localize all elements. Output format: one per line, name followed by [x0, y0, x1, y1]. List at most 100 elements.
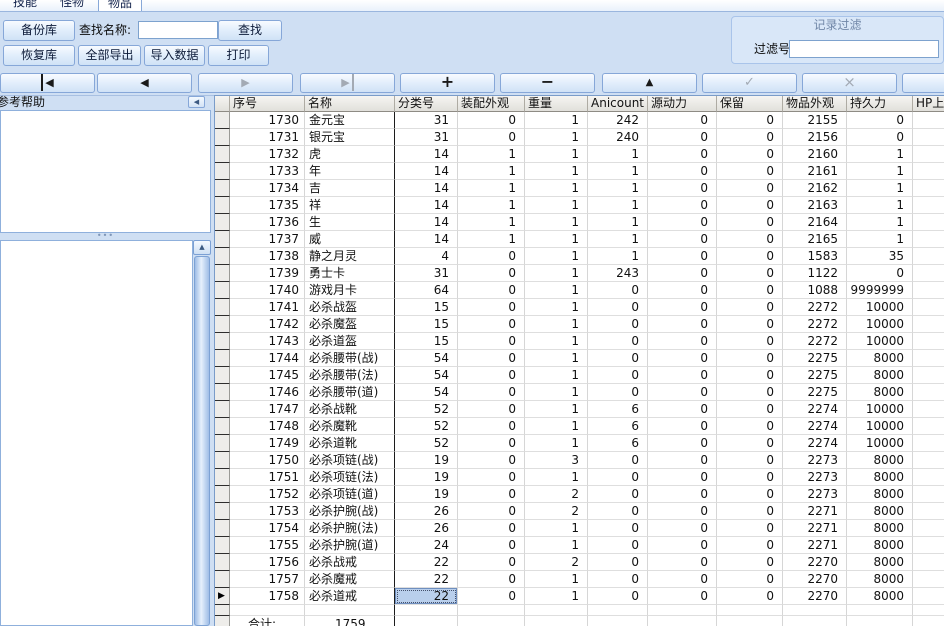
cell-hp_max[interactable]: [913, 520, 944, 537]
cell-anicount[interactable]: 6: [588, 401, 648, 418]
cell-name[interactable]: 虎: [305, 146, 395, 163]
cell-category[interactable]: 26: [395, 503, 458, 520]
cell-equip_look[interactable]: 0: [458, 299, 525, 316]
cell-name[interactable]: 必杀项链(道): [305, 486, 395, 503]
cell-category[interactable]: 14: [395, 180, 458, 197]
cell-anicount[interactable]: 0: [588, 384, 648, 401]
cell-weight[interactable]: 1: [525, 163, 588, 180]
cell-category[interactable]: 19: [395, 452, 458, 469]
cell-item_look[interactable]: 2274: [783, 418, 847, 435]
row-indicator[interactable]: [215, 554, 230, 571]
cell-category[interactable]: 54: [395, 367, 458, 384]
cell-name[interactable]: 祥: [305, 197, 395, 214]
cell-anicount[interactable]: 1: [588, 146, 648, 163]
row-indicator[interactable]: [215, 112, 230, 129]
cell-equip_look[interactable]: 0: [458, 469, 525, 486]
cell-reserved[interactable]: 0: [717, 401, 783, 418]
cell-category[interactable]: 31: [395, 129, 458, 146]
cell-anicount[interactable]: 1: [588, 197, 648, 214]
cell-reserved[interactable]: 0: [717, 299, 783, 316]
cell-reserved[interactable]: 0: [717, 265, 783, 282]
cell-seq[interactable]: 1754: [230, 520, 305, 537]
cell-hp_max[interactable]: [913, 180, 944, 197]
cell-item_look[interactable]: 2274: [783, 435, 847, 452]
cell-name[interactable]: 必杀腰带(道): [305, 384, 395, 401]
cell-anicount[interactable]: 6: [588, 418, 648, 435]
row-indicator[interactable]: [215, 316, 230, 333]
row-indicator[interactable]: [215, 197, 230, 214]
col-header-durability[interactable]: 持久力: [847, 96, 913, 112]
cell-reserved[interactable]: 0: [717, 571, 783, 588]
nav-prior-button[interactable]: ◀: [97, 73, 192, 93]
cell-seq[interactable]: 1738: [230, 248, 305, 265]
cell-item_look[interactable]: 1583: [783, 248, 847, 265]
cell-equip_look[interactable]: 0: [458, 452, 525, 469]
cell-hp_max[interactable]: [913, 350, 944, 367]
col-header-item_look[interactable]: 物品外观: [783, 96, 847, 112]
nav-last-button[interactable]: ▶: [300, 73, 395, 93]
cell-equip_look[interactable]: 0: [458, 435, 525, 452]
cell-hp_max[interactable]: [913, 384, 944, 401]
cell-hp_max[interactable]: [913, 265, 944, 282]
row-indicator[interactable]: ▶: [215, 588, 230, 605]
cell-weight[interactable]: 1: [525, 435, 588, 452]
cell-name[interactable]: 年: [305, 163, 395, 180]
cell-category[interactable]: 19: [395, 469, 458, 486]
cell-power[interactable]: 0: [648, 554, 717, 571]
cell-category[interactable]: 52: [395, 418, 458, 435]
cell-durability[interactable]: 8000: [847, 554, 913, 571]
cell-name[interactable]: 必杀护腕(道): [305, 537, 395, 554]
cell-hp_max[interactable]: [913, 112, 944, 129]
cell-seq[interactable]: 1735: [230, 197, 305, 214]
row-indicator[interactable]: [215, 282, 230, 299]
cell-reserved[interactable]: 0: [717, 452, 783, 469]
vertical-scrollbar[interactable]: ▲: [193, 240, 211, 626]
cell-power[interactable]: 0: [648, 435, 717, 452]
cell-item_look[interactable]: 2155: [783, 112, 847, 129]
col-header-category[interactable]: 分类号: [395, 96, 458, 112]
scrollbar-thumb[interactable]: [194, 256, 210, 626]
cell-reserved[interactable]: 0: [717, 180, 783, 197]
cell-equip_look[interactable]: 0: [458, 554, 525, 571]
cell-weight[interactable]: 1: [525, 248, 588, 265]
cell-equip_look[interactable]: 0: [458, 486, 525, 503]
cell-item_look[interactable]: 2162: [783, 180, 847, 197]
cell-equip_look[interactable]: 0: [458, 248, 525, 265]
cell-seq[interactable]: 1734: [230, 180, 305, 197]
cell-seq[interactable]: 1744: [230, 350, 305, 367]
nav-post-button[interactable]: ✓: [702, 73, 797, 93]
cell-weight[interactable]: 1: [525, 350, 588, 367]
cell-reserved[interactable]: 0: [717, 282, 783, 299]
cell-anicount[interactable]: 0: [588, 452, 648, 469]
cell-category[interactable]: 54: [395, 350, 458, 367]
cell-equip_look[interactable]: 0: [458, 316, 525, 333]
cell-seq[interactable]: 1753: [230, 503, 305, 520]
cell-hp_max[interactable]: [913, 248, 944, 265]
col-header-name[interactable]: 名称: [305, 96, 395, 112]
panel-splitter[interactable]: •••: [0, 233, 211, 240]
import-data-button[interactable]: 导入数据: [144, 45, 205, 66]
cell-weight[interactable]: 1: [525, 112, 588, 129]
restore-button[interactable]: 恢复库: [3, 45, 75, 66]
cell-category[interactable]: 15: [395, 299, 458, 316]
cell-durability[interactable]: 10000: [847, 299, 913, 316]
cell-anicount[interactable]: 0: [588, 316, 648, 333]
cell-power[interactable]: 0: [648, 282, 717, 299]
nav-refresh-button[interactable]: [902, 73, 944, 93]
cell-category[interactable]: 19: [395, 486, 458, 503]
cell-durability[interactable]: 8000: [847, 588, 913, 605]
cell-equip_look[interactable]: 1: [458, 180, 525, 197]
cell-durability[interactable]: 1: [847, 146, 913, 163]
cell-category[interactable]: 52: [395, 435, 458, 452]
row-indicator[interactable]: [215, 469, 230, 486]
cell-seq[interactable]: 1736: [230, 214, 305, 231]
row-indicator[interactable]: [215, 265, 230, 282]
cell-equip_look[interactable]: 0: [458, 112, 525, 129]
cell-equip_look[interactable]: 0: [458, 265, 525, 282]
cell-reserved[interactable]: 0: [717, 503, 783, 520]
row-indicator[interactable]: [215, 452, 230, 469]
cell-weight[interactable]: 1: [525, 282, 588, 299]
cell-item_look[interactable]: 1122: [783, 265, 847, 282]
cell-durability[interactable]: 8000: [847, 503, 913, 520]
cell-category[interactable]: 14: [395, 146, 458, 163]
